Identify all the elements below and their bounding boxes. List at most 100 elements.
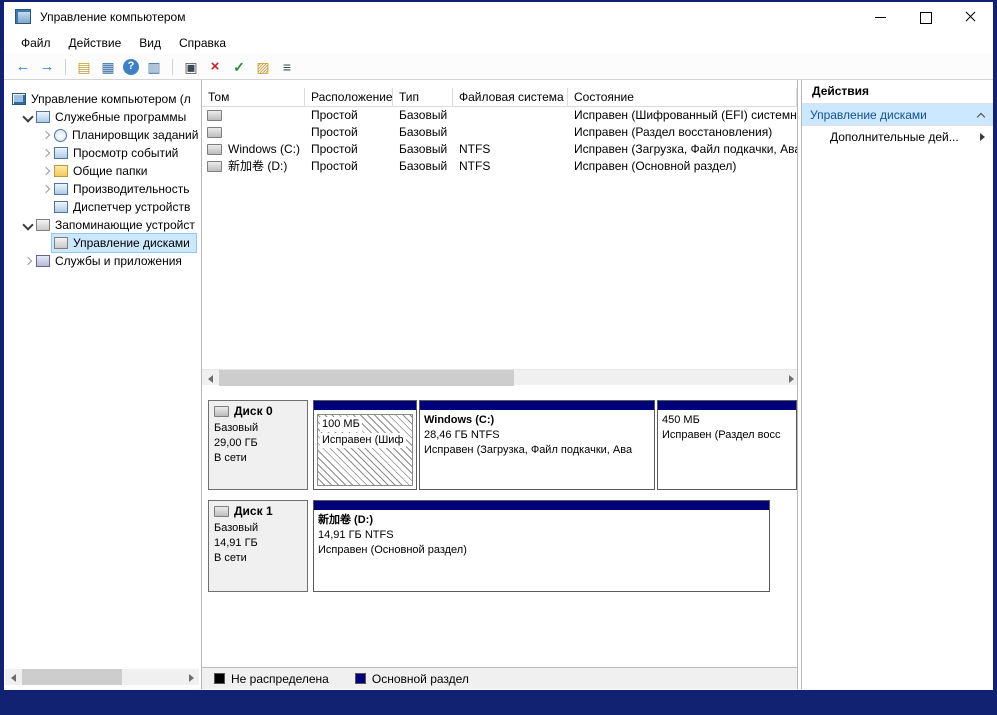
- tree-item-services-applications[interactable]: Службы и приложения: [4, 252, 201, 270]
- tree-item-task-scheduler[interactable]: Планировщик заданий: [4, 126, 201, 144]
- maximize-button[interactable]: [903, 2, 948, 32]
- col-type[interactable]: Тип: [393, 88, 453, 107]
- table-row[interactable]: Простой Базовый Исправен (Шифрованный (E…: [202, 107, 797, 124]
- tree-label: Управление компьютером (л: [31, 92, 191, 106]
- scroll-right-arrow-icon[interactable]: [182, 669, 199, 685]
- menu-file[interactable]: Файл: [12, 32, 60, 54]
- tree-horizontal-scrollbar[interactable]: [5, 669, 199, 685]
- disk-status: В сети: [214, 551, 302, 566]
- partition-status: Исправен (Шиф: [320, 433, 406, 448]
- action-label: Дополнительные дей...: [830, 130, 980, 144]
- table-row[interactable]: Windows (C:) Простой Базовый NTFS Исправ…: [202, 141, 797, 158]
- col-filesystem[interactable]: Файловая система: [453, 88, 568, 107]
- tree-label: Запоминающие устройст: [55, 218, 195, 232]
- tree-item-disk-management[interactable]: Управление дисками: [4, 234, 201, 252]
- menu-view[interactable]: Вид: [130, 32, 170, 54]
- console-window-icon[interactable]: ▣: [182, 58, 200, 76]
- table-row[interactable]: Простой Базовый Исправен (Раздел восстан…: [202, 124, 797, 141]
- cell-status: Исправен (Раздел восстановления): [568, 124, 797, 141]
- cell-volume: 新加卷 (D:): [202, 158, 305, 175]
- tree-item-computer-management[interactable]: Управление компьютером (л: [4, 90, 201, 108]
- scroll-right-arrow-icon[interactable]: [782, 370, 798, 386]
- tree-item-device-manager[interactable]: Диспетчер устройств: [4, 198, 201, 216]
- minimize-button[interactable]: [858, 2, 903, 32]
- partition-recovery[interactable]: 450 МБ Исправен (Раздел восс: [657, 400, 797, 490]
- tree-item-system-tools[interactable]: Служебные программы: [4, 108, 201, 126]
- partition-efi[interactable]: 100 МБ Исправен (Шиф: [313, 400, 417, 490]
- cell-status: Исправен (Загрузка, Файл подкачки, Ава: [568, 141, 797, 158]
- disk-type: Базовый: [214, 521, 302, 536]
- partition-size: 28,46 ГБ NTFS: [424, 428, 650, 443]
- open-folder-icon[interactable]: ▨: [254, 58, 272, 76]
- back-icon[interactable]: ←: [14, 58, 32, 76]
- volumes-horizontal-scrollbar[interactable]: [202, 369, 798, 385]
- scroll-left-arrow-icon[interactable]: [202, 370, 219, 386]
- partition-body: Windows (C:) 28,46 ГБ NTFS Исправен (Заг…: [420, 410, 654, 489]
- cell-filesystem: NTFS: [453, 141, 568, 158]
- scrollbar-thumb[interactable]: [22, 669, 122, 685]
- action-more-actions[interactable]: Дополнительные дей...: [802, 126, 993, 148]
- chevron-right-icon[interactable]: [40, 129, 52, 141]
- chevron-right-icon[interactable]: [40, 165, 52, 177]
- tree-item-storage[interactable]: Запоминающие устройст: [4, 216, 201, 234]
- chevron-right-icon[interactable]: [40, 183, 52, 195]
- details-icon[interactable]: ≡: [278, 58, 296, 76]
- tree-item-shared-folders[interactable]: Общие папки: [4, 162, 201, 180]
- scrollbar-thumb[interactable]: [219, 370, 514, 386]
- menu-help[interactable]: Справка: [170, 32, 235, 54]
- legend-label: Не распределена: [231, 672, 329, 686]
- volume-name: Windows (C:): [228, 141, 300, 158]
- actions-pane: Действия Управление дисками Дополнительн…: [801, 80, 993, 689]
- cell-type: Базовый: [393, 141, 453, 158]
- scroll-left-arrow-icon[interactable]: [5, 669, 22, 685]
- chevron-right-icon[interactable]: [40, 147, 52, 159]
- task-scheduler-icon: [54, 129, 67, 142]
- console-tree-icon[interactable]: ▤: [75, 58, 93, 76]
- device-manager-icon: [54, 201, 68, 213]
- partition-d[interactable]: 新加卷 (D:) 14,91 ГБ NTFS Исправен (Основно…: [313, 500, 770, 592]
- chevron-down-icon[interactable]: [22, 219, 34, 231]
- tree-item-performance[interactable]: Производительность: [4, 180, 201, 198]
- col-status[interactable]: Состояние: [568, 88, 797, 107]
- disk-1-header[interactable]: Диск 1 Базовый 14,91 ГБ В сети: [208, 500, 308, 592]
- partition-windows-c[interactable]: Windows (C:) 28,46 ГБ NTFS Исправен (Заг…: [419, 400, 655, 490]
- title-bar[interactable]: Управление компьютером: [4, 2, 993, 32]
- tree-label: Производительность: [73, 182, 189, 196]
- disk-0-header[interactable]: Диск 0 Базовый 29,00 ГБ В сети: [208, 400, 308, 490]
- chevron-down-icon[interactable]: [22, 111, 34, 123]
- list-view-icon[interactable]: ▦: [99, 58, 117, 76]
- col-volume[interactable]: Том: [202, 88, 305, 107]
- cell-filesystem: [453, 124, 568, 141]
- collapse-chevron-icon[interactable]: [977, 111, 985, 119]
- cell-status: Исправен (Шифрованный (EFI) системны: [568, 107, 797, 124]
- chevron-right-icon[interactable]: [22, 255, 34, 267]
- legend-label: Основной раздел: [372, 672, 469, 686]
- scrollbar-track[interactable]: [22, 669, 182, 685]
- tree-label: Планировщик заданий: [72, 128, 198, 142]
- scrollbar-track[interactable]: [219, 370, 782, 386]
- shared-folders-icon: [54, 165, 68, 177]
- menu-action[interactable]: Действие: [60, 32, 131, 54]
- partition-size: 14,91 ГБ NTFS: [318, 528, 765, 543]
- disk-name: Диск 1: [234, 504, 273, 518]
- tree-label: Управление дисками: [73, 236, 190, 250]
- partition-status: Исправен (Загрузка, Файл подкачки, Ава: [424, 443, 650, 458]
- export-list-icon[interactable]: ▥: [145, 58, 163, 76]
- tree-label: Просмотр событий: [73, 146, 178, 160]
- partition-color-bar: [420, 401, 654, 410]
- legend-color-swatch: [355, 673, 366, 684]
- partition-body: 100 МБ Исправен (Шиф: [317, 414, 413, 486]
- help-icon[interactable]: ?: [123, 59, 139, 75]
- forward-icon[interactable]: →: [38, 58, 56, 76]
- tree-label: Общие папки: [73, 164, 147, 178]
- cell-filesystem: NTFS: [453, 158, 568, 175]
- tree-item-event-viewer[interactable]: Просмотр событий: [4, 144, 201, 162]
- partition-body: 450 МБ Исправен (Раздел восс: [658, 410, 796, 489]
- table-row[interactable]: 新加卷 (D:) Простой Базовый NTFS Исправен (…: [202, 158, 797, 175]
- delete-icon[interactable]: ×: [206, 58, 224, 76]
- action-disk-management[interactable]: Управление дисками: [802, 104, 993, 126]
- menu-bar: Файл Действие Вид Справка: [4, 32, 993, 54]
- check-icon[interactable]: ✓: [230, 58, 248, 76]
- close-button[interactable]: [948, 2, 993, 32]
- col-layout[interactable]: Расположение: [305, 88, 393, 107]
